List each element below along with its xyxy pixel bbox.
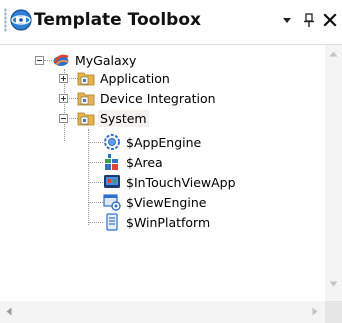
tree-node-intouchviewapp[interactable]: $InTouchViewApp <box>103 172 238 192</box>
scroll-left-icon[interactable] <box>6 307 12 316</box>
expand-toggle[interactable] <box>59 94 68 103</box>
tree-node-label: $ViewEngine <box>126 194 207 210</box>
tree-connector <box>44 60 52 62</box>
tree-node-area[interactable]: $Area <box>103 152 165 172</box>
scroll-right-icon[interactable] <box>312 307 318 316</box>
tree-connector <box>89 202 103 204</box>
dropdown-menu-icon[interactable] <box>279 12 295 28</box>
tree-node-application[interactable]: Application <box>77 68 172 88</box>
tree-node-label: Application <box>100 70 170 86</box>
template-tree: MyGalaxy Application Device Integration <box>0 45 325 295</box>
galaxy-icon <box>53 54 69 66</box>
area-icon <box>105 154 118 170</box>
tree-connector <box>89 222 103 224</box>
tree-node-system[interactable]: System <box>77 108 149 128</box>
template-folder-icon <box>77 92 95 106</box>
app-engine-icon <box>104 134 120 150</box>
vertical-scrollbar[interactable] <box>325 45 342 301</box>
tree-node-winplatform[interactable]: $WinPlatform <box>103 212 212 232</box>
tree-node-device-integration[interactable]: Device Integration <box>77 88 218 108</box>
horizontal-scrollbar[interactable] <box>0 301 325 323</box>
drag-grip[interactable] <box>4 8 7 32</box>
expand-toggle[interactable] <box>59 74 68 83</box>
tree-node-label: $AppEngine <box>126 134 202 150</box>
tree-node-appengine[interactable]: $AppEngine <box>103 132 203 152</box>
tree-node-mygalaxy[interactable]: MyGalaxy <box>52 50 138 70</box>
toolbox-icon <box>10 9 32 31</box>
tree-node-label: System <box>98 109 149 127</box>
win-platform-icon <box>106 213 118 231</box>
panel-titlebar: Template Toolbox <box>0 0 342 44</box>
tree-node-label: $WinPlatform <box>126 214 211 230</box>
tree-node-viewengine[interactable]: $ViewEngine <box>103 192 208 212</box>
scroll-up-icon[interactable] <box>329 51 338 57</box>
scrollbar-corner <box>325 301 342 323</box>
pin-icon[interactable] <box>301 12 317 28</box>
tree-connector <box>89 162 103 164</box>
tree-node-label: MyGalaxy <box>75 52 137 68</box>
template-folder-icon <box>77 112 95 126</box>
tree-connector <box>89 142 103 144</box>
collapse-toggle[interactable] <box>35 56 44 65</box>
close-icon[interactable] <box>322 12 338 28</box>
template-folder-icon <box>77 72 95 86</box>
scroll-down-icon[interactable] <box>329 281 338 287</box>
panel-title: Template Toolbox <box>34 10 201 30</box>
toolbox-content: MyGalaxy Application Device Integration <box>0 44 342 323</box>
intouch-view-app-icon <box>104 175 120 188</box>
tree-node-label: $Area <box>126 154 163 170</box>
collapse-toggle[interactable] <box>59 114 68 123</box>
view-engine-icon <box>103 194 121 211</box>
tree-node-label: $InTouchViewApp <box>126 174 236 190</box>
tree-node-label: Device Integration <box>100 90 216 106</box>
tree-connector <box>89 182 103 184</box>
